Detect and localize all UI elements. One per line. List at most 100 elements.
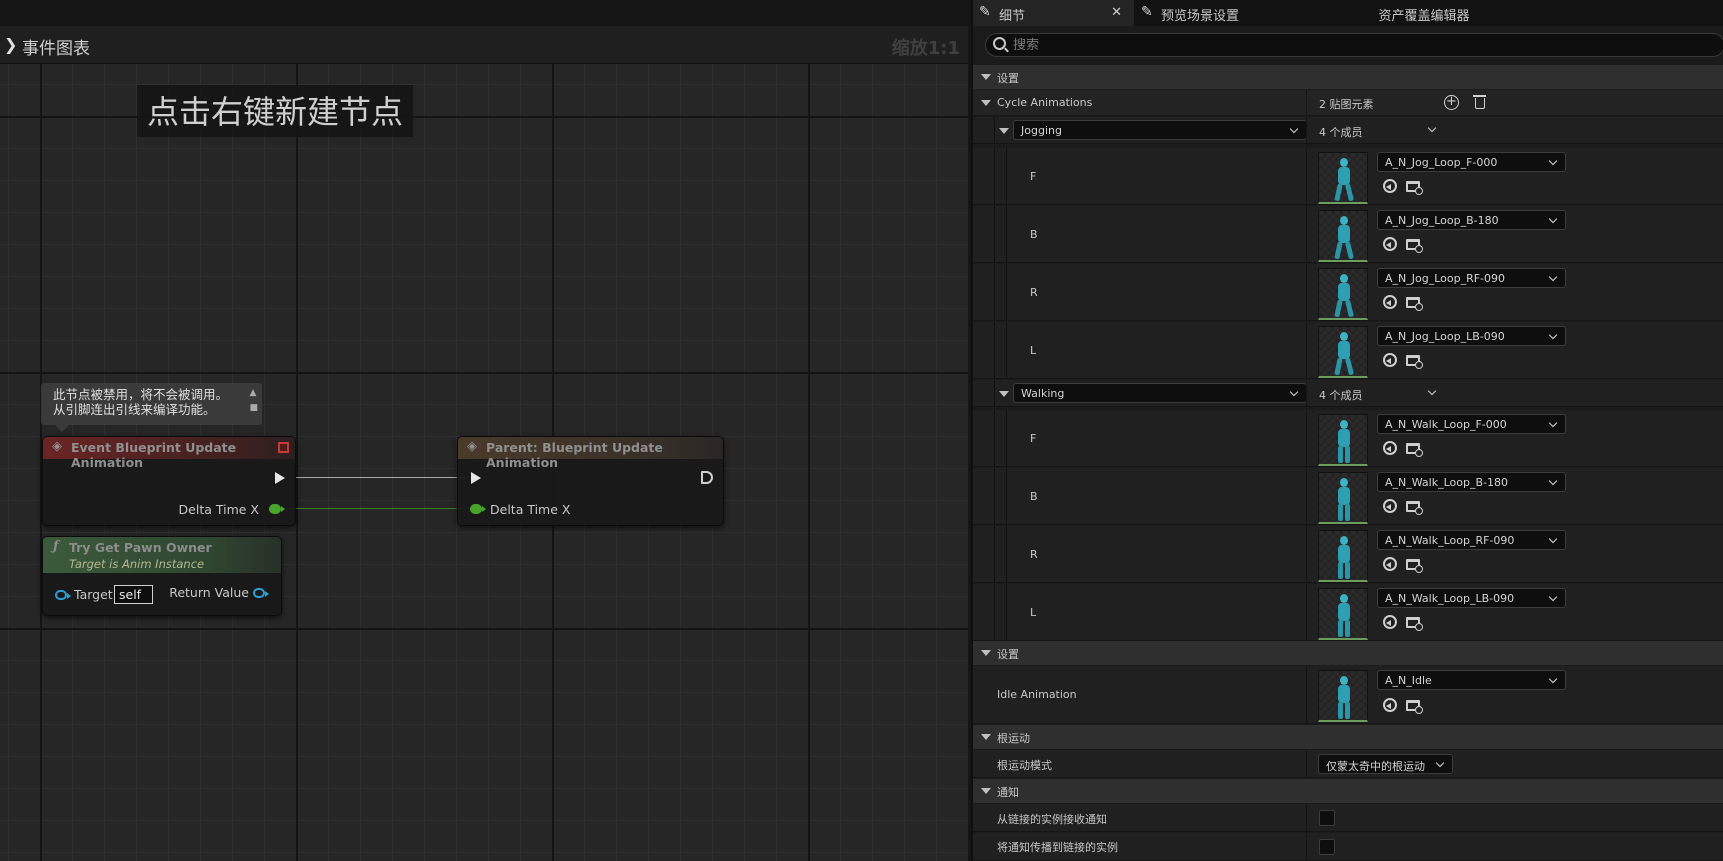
animation-thumbnail[interactable] [1318,268,1368,320]
tab-details[interactable]: ✎ 细节 ✕ [973,0,1134,26]
collapse-arrow-icon[interactable] [999,391,1009,397]
try-get-pawn-owner-node[interactable]: ƒ Try Get Pawn Owner Target is Anim Inst… [42,536,282,616]
section-label: 设置 [997,72,1019,85]
member-count: 4 个成员 [1319,389,1363,402]
group-key-combo[interactable]: Walking [1013,383,1307,403]
browse-asset-icon[interactable] [1406,559,1423,573]
close-icon[interactable]: ✕ [1111,5,1122,20]
asset-combo[interactable]: A_N_Jog_Loop_F-000 [1377,152,1566,172]
delta-time-out-pin[interactable] [269,504,285,514]
browse-asset-icon[interactable] [1406,700,1423,714]
animation-thumbnail[interactable] [1318,210,1368,262]
indent-guide [994,584,995,640]
animation-thumbnail[interactable] [1318,588,1368,640]
trash-icon[interactable] [1473,95,1486,109]
browse-asset-icon[interactable] [1406,297,1423,311]
cycle-item-row: F A_N_Jog_Loop_F-000 [973,148,1723,205]
column-separator [1306,584,1307,640]
collapse-arrow-icon[interactable] [981,734,991,740]
target-self-field[interactable]: self [114,585,153,604]
asset-combo[interactable]: A_N_Jog_Loop_LB-090 [1377,326,1566,346]
item-key: B [1030,228,1038,241]
asset-combo[interactable]: A_N_Idle [1377,670,1566,690]
node-title: Event Blueprint Update Animation [71,440,237,470]
tab-asset-override-editor[interactable]: 资产覆盖编辑器 [1324,0,1524,26]
exec-out-pin[interactable] [701,471,713,484]
section-header-settings[interactable]: 设置 [973,65,1723,89]
pin-comment-icon[interactable]: ▲ ■ [249,386,258,416]
asset-combo[interactable]: A_N_Walk_Loop_F-000 [1377,414,1566,434]
column-separator [1306,468,1307,524]
indent-guide [1006,526,1007,582]
animation-thumbnail[interactable] [1318,472,1368,524]
exec-out-pin[interactable] [275,472,285,484]
receive-notifies-checkbox[interactable] [1319,810,1335,826]
property-label: 根运动模式 [997,759,1052,772]
use-selected-icon[interactable] [1383,179,1397,193]
cycle-item-row: R A_N_Walk_Loop_RF-090 [973,526,1723,583]
collapse-arrow-icon[interactable] [981,100,991,106]
use-selected-icon[interactable] [1383,698,1397,712]
use-selected-icon[interactable] [1383,557,1397,571]
chevron-down-icon[interactable] [1427,123,1437,133]
animation-thumbnail[interactable] [1318,530,1368,582]
section-header-notify[interactable]: 通知 [973,779,1723,803]
asset-name: A_N_Walk_Loop_RF-090 [1385,534,1515,547]
asset-combo[interactable]: A_N_Jog_Loop_RF-090 [1377,268,1566,288]
group-key-combo[interactable]: Jogging [1013,120,1307,140]
chevron-down-icon[interactable] [1427,386,1437,396]
function-diamond-icon: ◈ [467,439,477,454]
animation-thumbnail[interactable] [1318,152,1368,204]
use-selected-icon[interactable] [1383,353,1397,367]
exec-wire[interactable] [296,477,468,478]
return-value-pin[interactable] [253,588,269,598]
browse-asset-icon[interactable] [1406,239,1423,253]
collapse-arrow-icon[interactable] [981,788,991,794]
asset-combo[interactable]: A_N_Walk_Loop_B-180 [1377,472,1566,492]
root-motion-mode-row: 根运动模式 仅蒙太奇中的根运动 [973,750,1723,778]
browse-asset-icon[interactable] [1406,617,1423,631]
delta-time-in-pin[interactable] [470,504,486,514]
collapse-arrow-icon[interactable] [981,650,991,656]
use-selected-icon[interactable] [1383,237,1397,251]
use-selected-icon[interactable] [1383,499,1397,513]
parent-update-animation-node[interactable]: ◈ Parent: Blueprint Update Animation Del… [457,436,724,526]
add-element-icon[interactable]: + [1444,95,1459,110]
search-bar[interactable] [985,33,1723,57]
root-motion-mode-combo[interactable]: 仅蒙太奇中的根运动 [1318,754,1453,774]
use-selected-icon[interactable] [1383,441,1397,455]
asset-combo[interactable]: A_N_Jog_Loop_B-180 [1377,210,1566,230]
section-header-root-motion[interactable]: 根运动 [973,725,1723,749]
asset-combo[interactable]: A_N_Walk_Loop_RF-090 [1377,530,1566,550]
collapse-arrow-icon[interactable] [981,74,991,80]
use-selected-icon[interactable] [1383,295,1397,309]
chevron-right-icon[interactable]: ❯ [4,35,17,54]
chevron-down-icon [1289,387,1299,397]
indent-guide [1006,468,1007,524]
section-header-settings[interactable]: 设置 [973,641,1723,665]
collapse-arrow-icon[interactable] [999,128,1009,134]
chevron-down-icon [1548,592,1558,602]
comment-tail [55,425,69,432]
search-input[interactable] [1013,36,1713,54]
propagate-notifies-checkbox[interactable] [1319,839,1335,855]
exec-in-pin[interactable] [471,472,481,484]
tab-preview-scene-settings[interactable]: ✎ 预览场景设置 [1135,0,1315,26]
browse-asset-icon[interactable] [1406,501,1423,515]
browse-asset-icon[interactable] [1406,355,1423,369]
target-in-pin[interactable] [55,590,71,600]
animation-thumbnail[interactable] [1318,326,1368,378]
graph-header: ❯ 事件图表 缩放1:1 [0,26,968,64]
use-selected-icon[interactable] [1383,615,1397,629]
event-update-animation-node[interactable]: ◈ Event Blueprint Update Animation Delta… [42,436,296,526]
animation-thumbnail[interactable] [1318,414,1368,466]
column-separator [1306,410,1307,466]
event-graph[interactable]: ❯ 事件图表 缩放1:1 点击右键新建节点 此节点被禁用，将不会被调用。 从引脚… [0,0,968,861]
browse-asset-icon[interactable] [1406,443,1423,457]
animation-thumbnail[interactable] [1318,670,1368,722]
browse-asset-icon[interactable] [1406,181,1423,195]
cycle-item-row: B A_N_Walk_Loop_B-180 [973,468,1723,525]
chevron-down-icon [1548,272,1558,282]
delta-time-wire[interactable] [284,508,475,509]
asset-combo[interactable]: A_N_Walk_Loop_LB-090 [1377,588,1566,608]
